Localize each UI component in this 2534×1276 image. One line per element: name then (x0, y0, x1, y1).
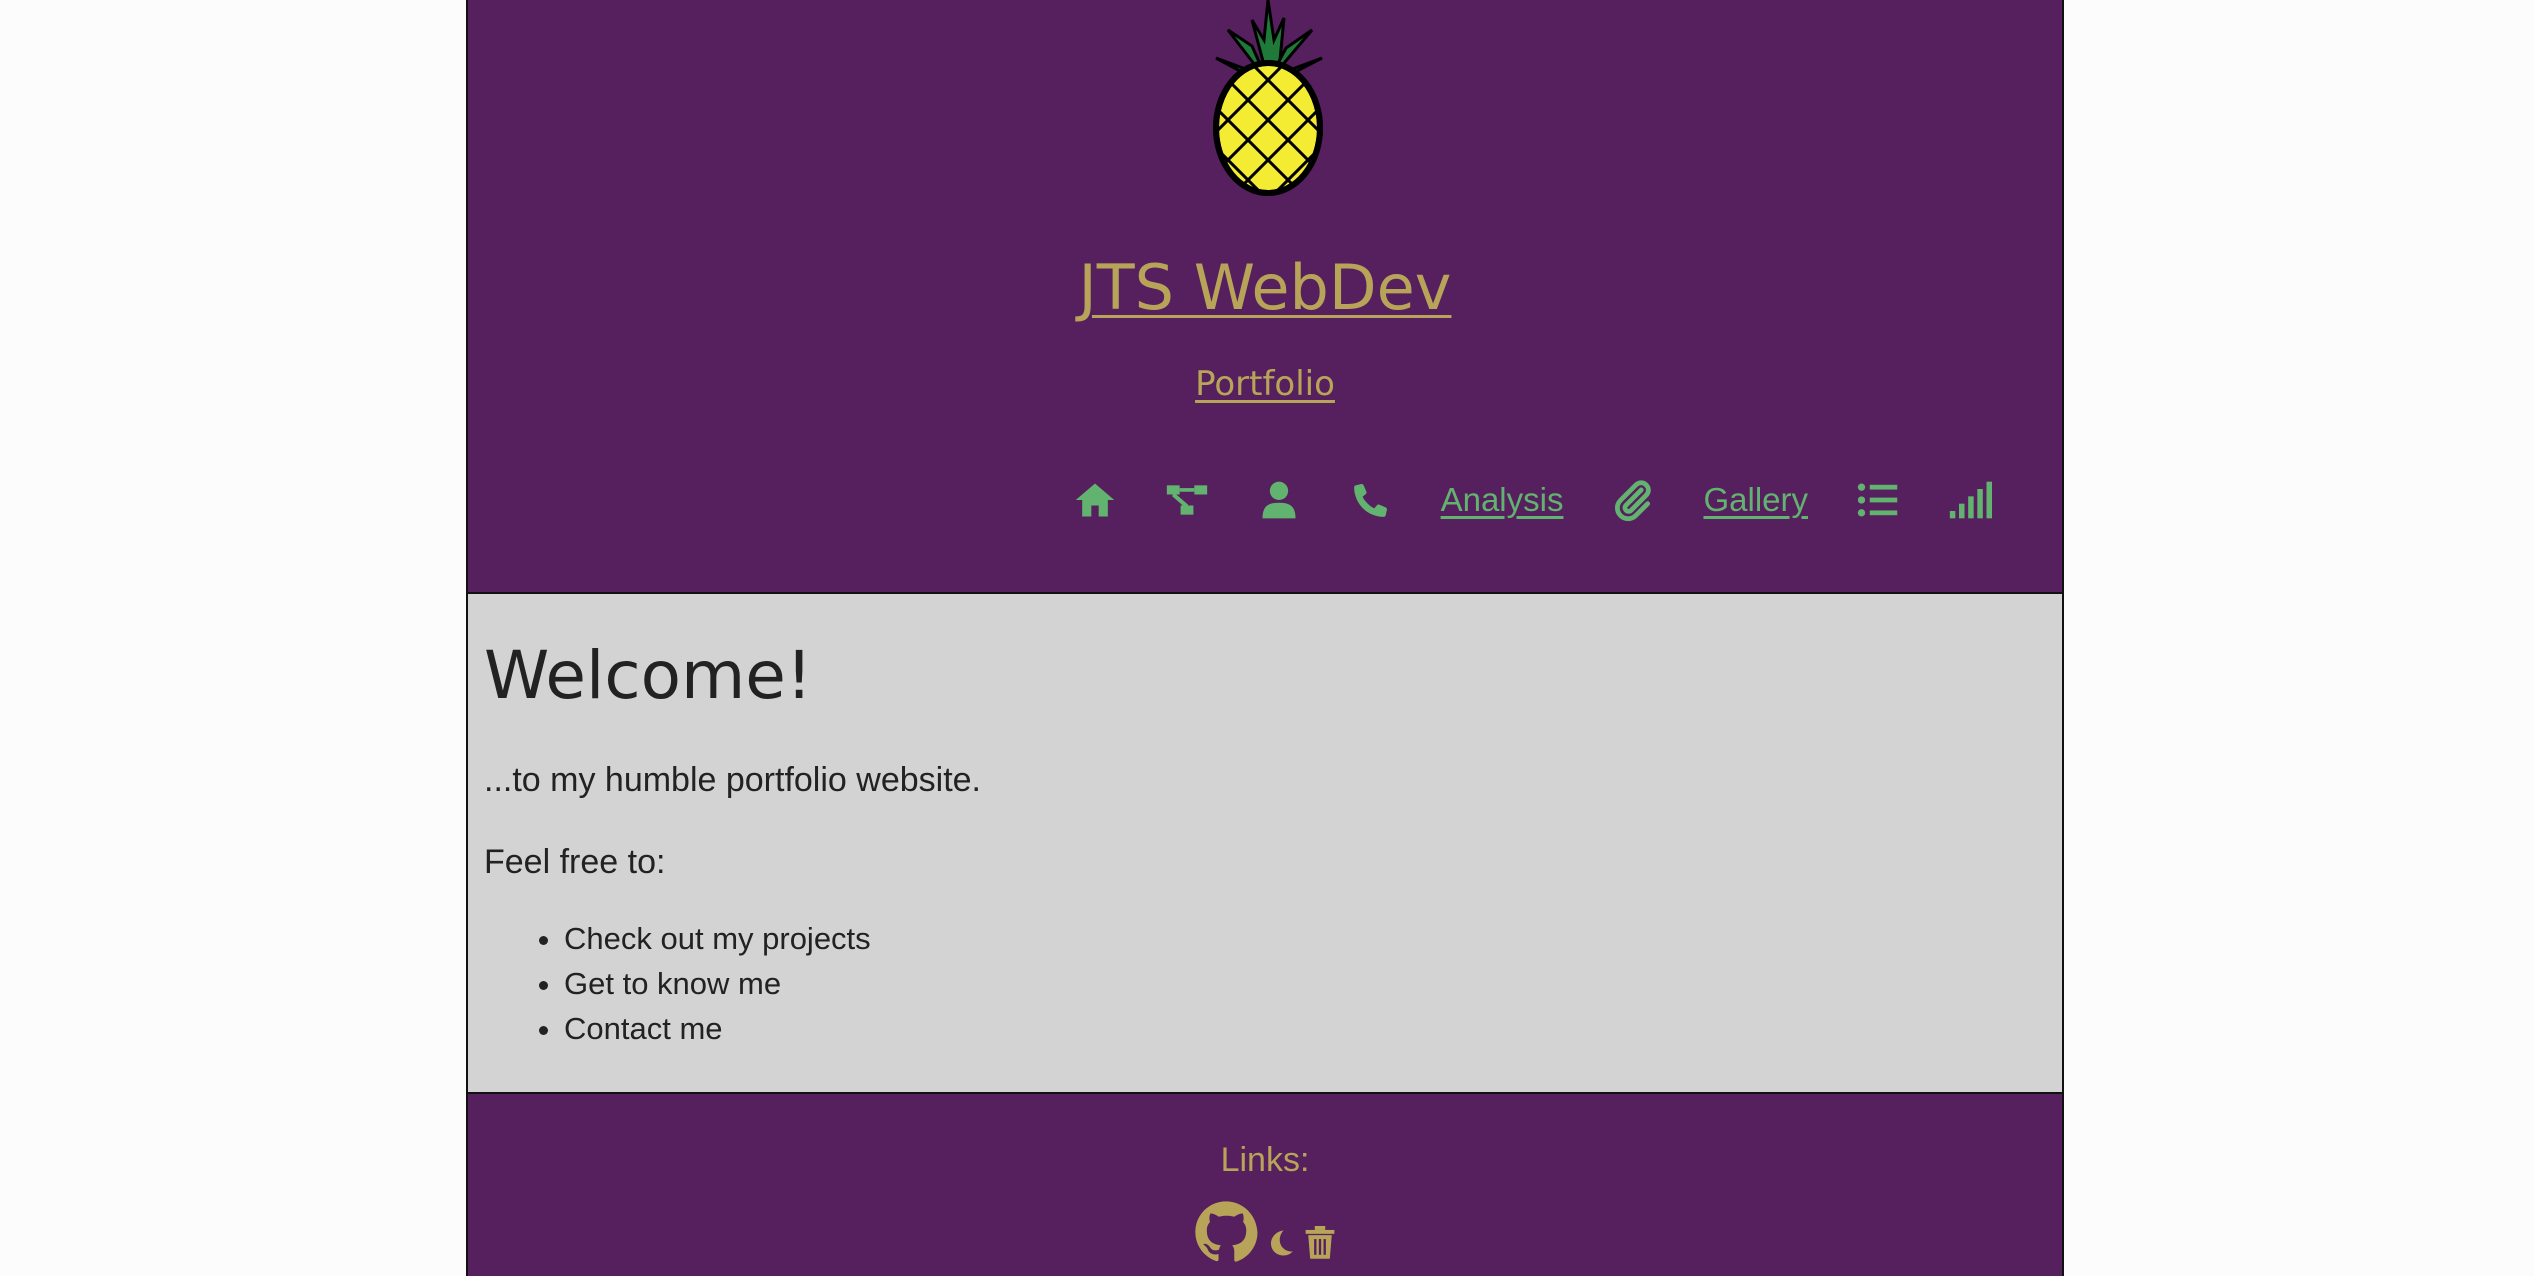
main-content: Welcome! ...to my humble portfolio websi… (468, 594, 2062, 1094)
todo-list: Check out my projects Get to know me Con… (484, 916, 871, 1051)
nav-link-gallery[interactable]: Gallery (1703, 470, 1808, 530)
main-nav: Analysis Gallery (1049, 470, 2016, 530)
site-header: JTS WebDev Portfolio Analysis Gallery (468, 0, 2062, 594)
page: JTS WebDev Portfolio Analysis Gallery We… (466, 0, 2064, 1276)
site-footer: Links: (468, 1094, 2062, 1276)
list-icon[interactable] (1856, 478, 1900, 522)
github-icon[interactable] (1194, 1200, 1258, 1264)
signal-icon[interactable] (1948, 478, 1992, 522)
trash-icon[interactable] (1304, 1226, 1336, 1260)
intro-text: ...to my humble portfolio website. (484, 761, 982, 799)
user-icon[interactable] (1257, 478, 1301, 522)
footer-links (468, 1200, 2062, 1264)
paperclip-icon[interactable] (1611, 478, 1655, 522)
sitemap-icon[interactable] (1165, 478, 1209, 522)
site-subtitle[interactable]: Portfolio (468, 362, 2062, 406)
moon-icon[interactable] (1266, 1228, 1296, 1258)
welcome-heading: Welcome! (484, 637, 813, 714)
list-item: Get to know me (564, 961, 871, 1006)
links-label: Links: (1220, 1141, 1310, 1179)
site-title[interactable]: JTS WebDev (468, 248, 2062, 328)
list-item: Check out my projects (564, 916, 871, 961)
nav-link-analysis[interactable]: Analysis (1441, 470, 1564, 530)
feel-free-text: Feel free to: (484, 843, 666, 881)
list-item: Contact me (564, 1006, 871, 1051)
pineapple-logo-icon (1208, 0, 1328, 198)
home-icon[interactable] (1073, 478, 1117, 522)
phone-icon[interactable] (1349, 478, 1393, 522)
